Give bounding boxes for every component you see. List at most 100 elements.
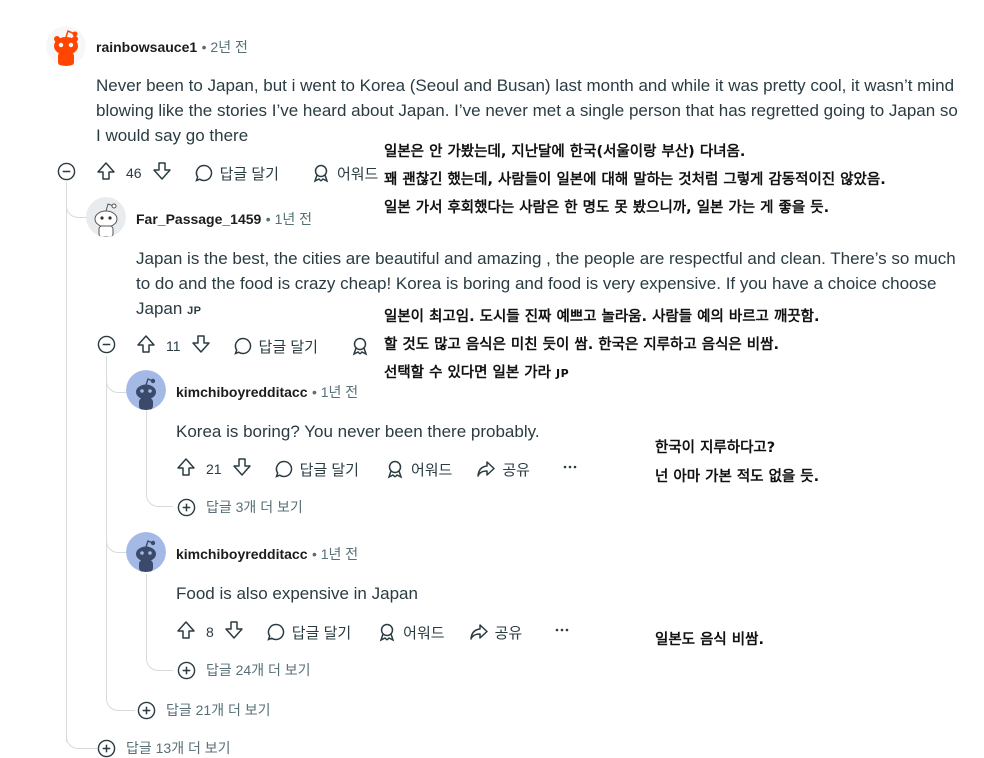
downvote-button[interactable] bbox=[152, 161, 172, 185]
downvote-icon bbox=[225, 621, 243, 639]
comment-bubble-icon bbox=[233, 337, 251, 355]
share-button[interactable]: 공유 bbox=[469, 622, 523, 643]
translation-line: 꽤 괜찮긴 했는데, 사람들이 일본에 대해 말하는 것처럼 그렇게 감동적이진… bbox=[384, 172, 886, 188]
translation-line: 일본 가서 후회했다는 사람은 한 명도 못 봤으니까, 일본 가는 게 좋을 … bbox=[384, 200, 830, 216]
thread-line-level1 bbox=[106, 356, 107, 696]
award-button[interactable] bbox=[350, 336, 370, 356]
translation-line: 일본도 음식 비쌈. bbox=[655, 632, 764, 648]
username[interactable]: Far_Passage_1459 bbox=[136, 211, 261, 227]
translation-text: 선택할 수 있다면 일본 가라 bbox=[384, 365, 551, 381]
upvote-button[interactable] bbox=[176, 457, 196, 481]
timestamp[interactable]: 1년 전 bbox=[275, 211, 312, 227]
minus-circle-icon bbox=[97, 335, 116, 354]
downvote-button[interactable] bbox=[191, 334, 211, 358]
more-replies-label: 답글 21개 더 보기 bbox=[166, 702, 271, 718]
snoo-default-avatar-icon bbox=[126, 370, 166, 410]
upvote-button[interactable] bbox=[96, 161, 116, 185]
award-label: 어워드 bbox=[336, 165, 379, 183]
timestamp[interactable]: 1년 전 bbox=[321, 384, 358, 400]
flag-emoji-jp: JP bbox=[556, 367, 570, 380]
award-label: 어워드 bbox=[410, 461, 453, 479]
translation-line: 선택할 수 있다면 일본 가라 JP bbox=[384, 359, 819, 388]
avatar[interactable] bbox=[46, 26, 86, 66]
snoo-default-avatar-icon bbox=[126, 532, 166, 572]
thread-curve-level1-more bbox=[106, 690, 135, 711]
comment-actions: 21 답글 달기 어워드 공유 bbox=[176, 457, 578, 481]
downvote-button[interactable] bbox=[224, 620, 244, 644]
comment-header: rainbowsauce1 • 2년 전 bbox=[96, 39, 248, 55]
avatar[interactable] bbox=[86, 197, 126, 237]
plus-circle-icon bbox=[177, 661, 196, 679]
comment-actions: 8 답글 달기 어워드 공유 bbox=[176, 620, 570, 644]
award-label: 어워드 bbox=[403, 624, 445, 642]
upvote-button[interactable] bbox=[136, 334, 156, 358]
username[interactable]: rainbowsauce1 bbox=[96, 39, 197, 55]
award-button[interactable]: 어워드 bbox=[385, 459, 452, 480]
ellipsis-icon bbox=[555, 628, 569, 632]
more-replies-label: 답글 3개 더 보기 bbox=[206, 499, 303, 515]
award-icon bbox=[379, 623, 395, 642]
reply-button[interactable]: 답글 달기 bbox=[266, 622, 351, 643]
translation-line: 한국이 지루하다고? bbox=[655, 440, 776, 456]
snoo-avatar-icon bbox=[46, 26, 86, 66]
minus-circle-icon bbox=[57, 162, 76, 181]
more-replies-label: 답글 13개 더 보기 bbox=[126, 740, 231, 756]
translation-line: 할 것도 많고 음식은 미친 듯이 쌈. 한국은 지루하고 음식은 비쌈. bbox=[384, 337, 779, 353]
share-button[interactable]: 공유 bbox=[476, 459, 530, 480]
translation-overlay: 일본이 최고임. 도시들 진짜 예쁘고 놀라움. 사람들 예의 바르고 깨끗함.… bbox=[378, 299, 826, 392]
more-replies-label: 답글 24개 더 보기 bbox=[206, 662, 311, 678]
share-label: 공유 bbox=[494, 624, 523, 642]
reply-button[interactable]: 답글 달기 bbox=[233, 336, 318, 357]
collapse-button[interactable] bbox=[97, 335, 116, 359]
reply-label: 답글 달기 bbox=[291, 624, 352, 642]
vote-count: 46 bbox=[126, 165, 142, 181]
translation-overlay: 한국이 지루하다고? 넌 아마 가본 적도 없을 듯. bbox=[649, 430, 826, 496]
comment-body: Food is also expensive in Japan bbox=[176, 584, 418, 603]
avatar[interactable] bbox=[126, 532, 166, 572]
comment-header: Far_Passage_1459 • 1년 전 bbox=[136, 211, 313, 227]
translation-overlay: 일본도 음식 비쌈. bbox=[649, 624, 770, 656]
translation-line: 일본이 최고임. 도시들 진짜 예쁘고 놀라움. 사람들 예의 바르고 깨끗함. bbox=[384, 309, 820, 325]
more-replies-button[interactable]: 답글 13개 더 보기 bbox=[97, 738, 231, 758]
upvote-icon bbox=[137, 335, 155, 353]
comment-actions: 11 답글 달기 bbox=[136, 334, 370, 358]
share-label: 공유 bbox=[502, 461, 530, 479]
upvote-icon bbox=[97, 162, 115, 180]
downvote-icon bbox=[232, 458, 251, 476]
share-icon bbox=[477, 461, 496, 477]
more-replies-button[interactable]: 답글 21개 더 보기 bbox=[137, 700, 271, 720]
upvote-button[interactable] bbox=[176, 620, 196, 644]
downvote-icon bbox=[191, 335, 210, 353]
more-options-button[interactable] bbox=[562, 459, 578, 479]
more-replies-button[interactable]: 답글 24개 더 보기 bbox=[177, 660, 311, 680]
thread-line-level0 bbox=[66, 182, 67, 742]
username[interactable]: kimchiboyredditacc bbox=[176, 384, 308, 400]
share-icon bbox=[469, 624, 488, 640]
downvote-button[interactable] bbox=[232, 457, 252, 481]
more-options-button[interactable] bbox=[554, 622, 570, 642]
vote-count: 8 bbox=[206, 624, 214, 640]
award-button[interactable]: 어워드 bbox=[311, 163, 378, 184]
award-button[interactable]: 어워드 bbox=[377, 622, 445, 643]
comment-header: kimchiboyredditacc • 1년 전 bbox=[176, 546, 359, 562]
award-icon bbox=[387, 460, 403, 479]
award-icon bbox=[313, 164, 329, 183]
collapse-button[interactable] bbox=[57, 162, 76, 186]
reply-button[interactable]: 답글 달기 bbox=[194, 163, 279, 184]
upvote-icon bbox=[177, 621, 195, 639]
award-icon bbox=[352, 337, 368, 356]
avatar[interactable] bbox=[126, 370, 166, 410]
reply-label: 답글 달기 bbox=[299, 461, 359, 479]
timestamp[interactable]: 2년 전 bbox=[210, 39, 247, 55]
more-replies-button[interactable]: 답글 3개 더 보기 bbox=[177, 497, 303, 517]
username[interactable]: kimchiboyredditacc bbox=[176, 546, 308, 562]
thread-curve-level0 bbox=[66, 720, 97, 749]
translation-overlay: 일본은 안 가봤는데, 지난달에 한국(서울이랑 부산) 다녀옴. 꽤 괜찮긴 … bbox=[378, 134, 892, 226]
timestamp[interactable]: 1년 전 bbox=[321, 546, 358, 562]
translation-line: 일본은 안 가봤는데, 지난달에 한국(서울이랑 부산) 다녀옴. bbox=[384, 144, 746, 160]
comment-body: Korea is boring? You never been there pr… bbox=[176, 422, 540, 441]
upvote-icon bbox=[177, 458, 195, 476]
comment-header: kimchiboyredditacc • 1년 전 bbox=[176, 384, 359, 400]
comment-bubble-icon bbox=[194, 164, 212, 182]
reply-button[interactable]: 답글 달기 bbox=[274, 459, 359, 480]
